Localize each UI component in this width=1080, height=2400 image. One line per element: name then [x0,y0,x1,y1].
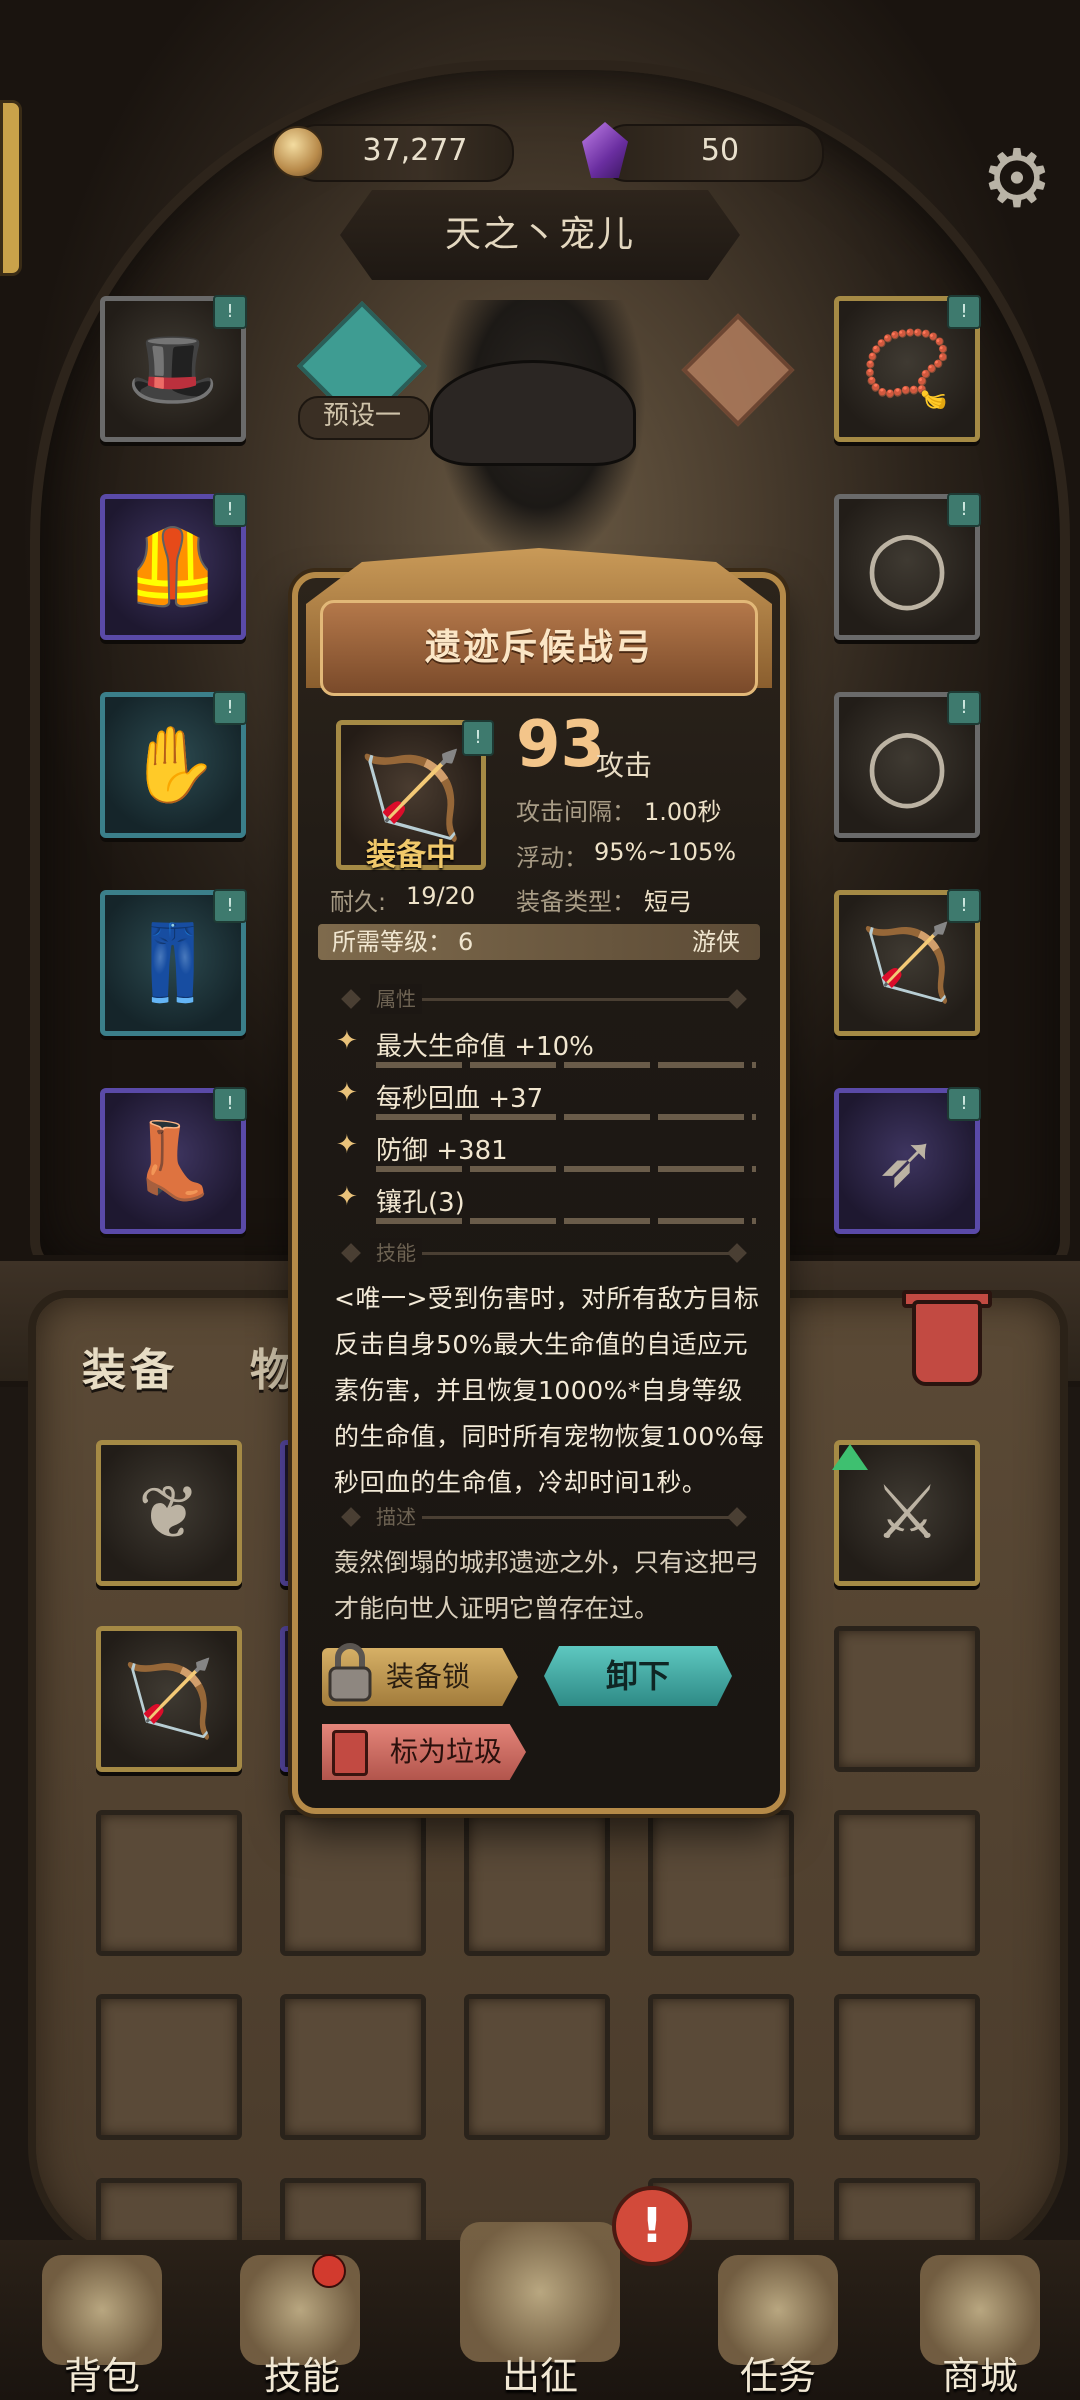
stat-value: 1.00秒 [644,798,722,826]
character-hat [430,360,636,466]
attribute-line: 最大生命值 +10% [376,1032,594,1062]
bag-slot-empty[interactable] [648,1810,794,1956]
attribute-line: 镶孔(3) [376,1188,465,1218]
slot-tag-icon: ! [947,889,981,923]
durability-value: 19/20 [406,882,476,910]
bag-slot[interactable]: ❦ [96,1440,242,1586]
slot-tag-icon: ! [213,295,247,329]
tab-equipment[interactable]: 装备 [82,1334,178,1398]
equip-slot-boots[interactable]: 👢 ! [100,1087,247,1234]
nav-backpack[interactable]: 背包 [22,2345,182,2400]
slot-tag-icon: ! [213,493,247,527]
nav-shop[interactable]: 商城 [900,2345,1060,2400]
gem-amount: 50 [700,133,740,168]
coin-icon [272,126,324,178]
player-name: 天之丶宠儿 [444,214,635,255]
stat-value: 短弓 [644,888,692,916]
bag-slot-empty[interactable] [280,2178,426,2248]
attributes-header: 属性 [330,984,750,1014]
equip-slot-helmet[interactable]: 🎩 ! [100,295,247,442]
side-drawer-tab[interactable] [0,100,22,276]
trash-icon [332,1730,368,1776]
bag-slot-empty[interactable] [96,1810,242,1956]
coin-amount: 37,277 [362,133,468,168]
attribute-divider [376,1062,756,1068]
slot-tag-icon: ! [947,1087,981,1121]
required-class: 游侠 [692,928,740,956]
description-header: 描述 [330,1502,750,1532]
unequip-label[interactable]: 卸下 [544,1646,732,1706]
bag-slot-empty[interactable] [96,2178,242,2248]
bag-slot[interactable]: 🏹 [96,1626,242,1772]
equip-slot-ring-1[interactable]: ◯ ! [834,493,981,640]
lock-icon [328,1643,372,1702]
equip-slot-gloves[interactable]: ✋ ! [100,691,247,838]
bag-slot-empty[interactable] [464,1810,610,1956]
bag-slot-empty[interactable] [96,1994,242,2140]
preset-label[interactable]: 预设一 [298,396,426,436]
description-header-label: 描述 [370,1502,422,1532]
slot-tag-icon: ! [213,691,247,725]
upgrade-arrow-icon [832,1444,868,1470]
skill-description: <唯一>受到伤害时，对所有敌方目标反击自身50%最大生命值的自适应元素伤害，并且… [334,1284,765,1497]
attribute-divider [376,1114,756,1120]
bag-slot-empty[interactable] [280,1810,426,1956]
equip-slot-armor[interactable]: 🦺 ! [100,493,247,640]
stat-value: 95%~105% [594,838,737,866]
slot-tag-icon: ! [213,889,247,923]
required-level-label: 所需等级： [332,928,452,956]
equipped-status: 装备中 [366,838,456,873]
gear-icon[interactable]: ⚙ [976,138,1058,220]
nav-expedition[interactable]: 出征 [460,2345,620,2400]
equip-slot-pants[interactable]: 👖 ! [100,889,247,1036]
item-lore: 轰然倒塌的城邦遗迹之外，只有这把弓才能向世人证明它曾存在过。 [334,1548,760,1623]
attribute-divider [376,1166,756,1172]
bag-slot-empty[interactable] [464,1994,610,2140]
attribute-line: 每秒回血 +37 [376,1084,544,1114]
bag-slot-empty[interactable] [280,1994,426,2140]
slot-tag-icon: ! [462,720,494,756]
bag-slot-empty[interactable] [834,2178,980,2248]
bag-slot-empty[interactable] [834,1626,980,1772]
stat-label: 浮动： [516,844,588,872]
attack-value: 93 [516,708,606,782]
durability-label: 耐久: [330,888,387,916]
attribute-divider [376,1218,756,1224]
slot-tag-icon: ! [947,493,981,527]
attributes-header-label: 属性 [370,984,422,1014]
bag-slot-empty[interactable] [648,1994,794,2140]
sparkle-icon: ✦ [336,1182,358,1212]
attack-label: 攻击 [596,749,653,782]
equip-slot-weapon[interactable]: 🏹 ! [834,889,981,1036]
expedition-icon[interactable] [460,2222,620,2362]
slot-tag-icon: ! [947,691,981,725]
slot-tag-icon: ! [213,1087,247,1121]
sparkle-icon: ✦ [336,1026,358,1056]
attribute-line: 防御 +381 [376,1136,508,1166]
nav-skills[interactable]: 技能 [222,2345,382,2400]
equipment-lock-label[interactable]: 装备锁 [386,1648,470,1706]
required-level-value: 6 [458,928,474,956]
alert-icon: ! [612,2186,692,2266]
mark-as-junk-label[interactable]: 标为垃圾 [390,1724,502,1780]
skills-header-label: 技能 [370,1238,422,1268]
laurel-icon: ❦ [137,1470,200,1556]
bag-slot-empty[interactable] [834,1994,980,2140]
trash-icon[interactable] [912,1300,982,1386]
equip-slot-ring-2[interactable]: ◯ ! [834,691,981,838]
bag-slot-empty[interactable] [834,1810,980,1956]
bow-icon: 🏹 [122,1656,216,1742]
equip-slot-quiver[interactable]: ➶ ! [834,1087,981,1234]
sparkle-icon: ✦ [336,1130,358,1160]
stat-label: 攻击间隔： [516,798,636,826]
slot-tag-icon: ! [947,295,981,329]
skills-header: 技能 [330,1238,750,1268]
nav-quests[interactable]: 任务 [698,2345,858,2400]
notification-dot [312,2254,346,2288]
item-name: 遗迹斥候战弓 [424,627,653,668]
stat-label: 装备类型： [516,888,636,916]
equip-slot-amulet[interactable]: 📿 ! [834,295,981,442]
sparkle-icon: ✦ [336,1078,358,1108]
